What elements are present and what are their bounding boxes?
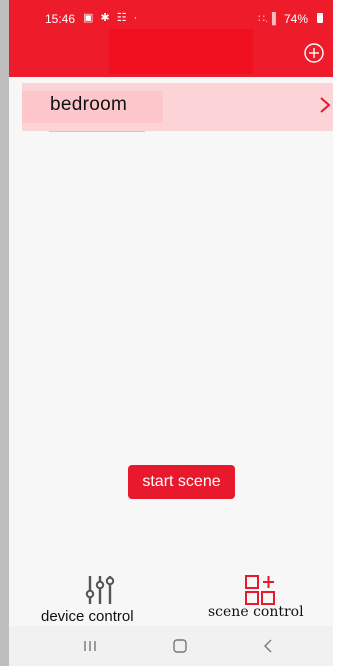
title-redaction-block xyxy=(109,29,253,74)
status-bar: 15:46 ▣ ✱ ☷ · ∷.▐ 74% xyxy=(9,0,333,30)
scene-add-icon xyxy=(245,575,275,605)
back-icon[interactable] xyxy=(256,634,280,658)
nav-label-device-control: device control xyxy=(41,608,134,625)
nav-device-control[interactable]: device control xyxy=(29,560,155,626)
status-time: 15:46 xyxy=(45,12,76,26)
start-scene-button[interactable]: start scene xyxy=(128,465,235,499)
sliders-icon xyxy=(85,576,115,604)
recents-icon[interactable] xyxy=(78,634,102,658)
app-screen: 15:46 ▣ ✱ ☷ · ∷.▐ 74% bedroom start scen… xyxy=(9,0,333,666)
battery-icon xyxy=(317,13,323,23)
plus-circle-icon xyxy=(304,43,324,63)
room-row-bedroom[interactable]: bedroom xyxy=(22,83,333,131)
room-name: bedroom xyxy=(50,94,128,115)
screen-left-border xyxy=(0,0,9,666)
home-icon[interactable] xyxy=(168,634,192,658)
battery-percentage: 74% xyxy=(284,12,309,26)
room-divider xyxy=(49,131,145,132)
notification-icons: ▣ ✱ ☷ · xyxy=(83,12,140,24)
system-navigation-bar xyxy=(9,626,333,666)
add-button[interactable] xyxy=(303,42,325,64)
signal-icon: ∷.▐ xyxy=(258,13,276,25)
chevron-right-icon xyxy=(320,97,331,113)
screen-right-border xyxy=(333,0,339,666)
app-header: 15:46 ▣ ✱ ☷ · ∷.▐ 74% xyxy=(9,0,333,77)
bottom-navigation: device control scene control xyxy=(9,560,333,626)
nav-scene-control[interactable]: scene control xyxy=(197,560,317,626)
nav-label-scene-control: scene control xyxy=(208,604,304,620)
